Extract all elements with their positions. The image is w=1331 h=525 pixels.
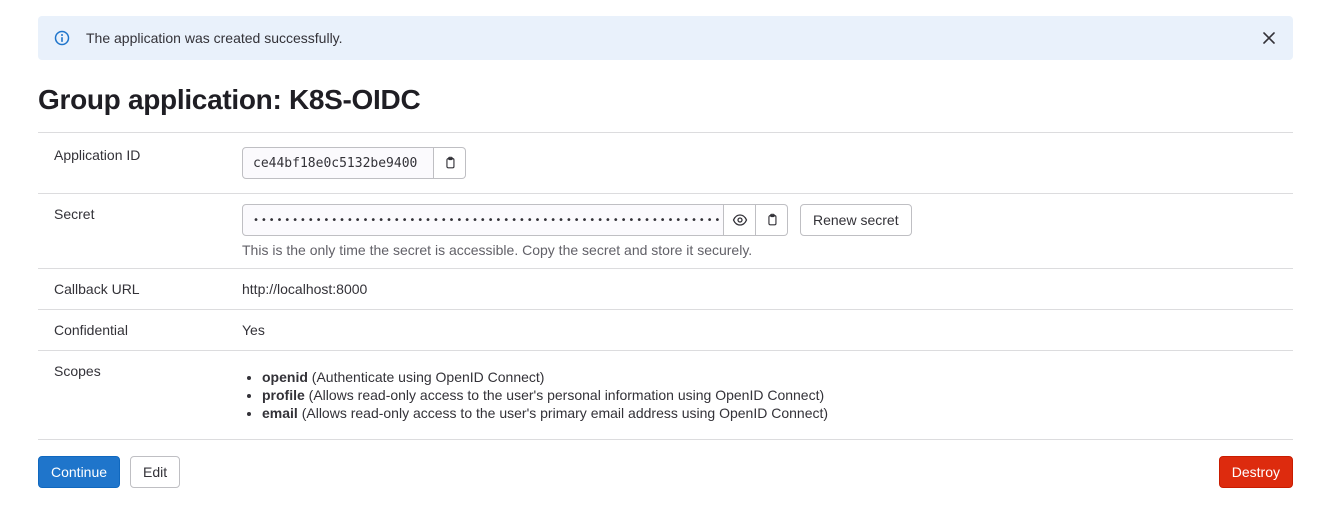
continue-button[interactable]: Continue <box>38 456 120 488</box>
destroy-button[interactable]: Destroy <box>1219 456 1293 488</box>
scope-item: openid (Authenticate using OpenID Connec… <box>262 369 1277 385</box>
title-app-name: K8S-OIDC <box>289 84 420 115</box>
copy-application-id-button[interactable] <box>434 147 466 179</box>
clipboard-icon <box>443 156 457 170</box>
label-scopes: Scopes <box>38 351 242 440</box>
scope-desc: (Allows read-only access to the user's p… <box>305 387 824 403</box>
application-details: Application ID ce44bf18e0c5132be9400 Sec… <box>38 132 1293 440</box>
scope-name: email <box>262 405 298 421</box>
label-application-id: Application ID <box>38 133 242 194</box>
alert-message: The application was created successfully… <box>86 30 1261 46</box>
secret-help-text: This is the only time the secret is acce… <box>242 242 1277 258</box>
row-callback-url: Callback URL http://localhost:8000 <box>38 269 1293 310</box>
secret-value[interactable]: ••••••••••••••••••••••••••••••••••••••••… <box>242 204 724 236</box>
title-prefix: Group application: <box>38 84 289 115</box>
page-title: Group application: K8S-OIDC <box>38 84 1293 116</box>
scope-name: profile <box>262 387 305 403</box>
row-secret: Secret •••••••••••••••••••••••••••••••••… <box>38 194 1293 269</box>
secret-group: ••••••••••••••••••••••••••••••••••••••••… <box>242 204 788 236</box>
scope-item: profile (Allows read-only access to the … <box>262 387 1277 403</box>
footer-actions: Continue Edit Destroy <box>38 456 1293 488</box>
confidential-value: Yes <box>242 310 1293 351</box>
copy-secret-button[interactable] <box>756 204 788 236</box>
success-alert: The application was created successfully… <box>38 16 1293 60</box>
application-id-group: ce44bf18e0c5132be9400 <box>242 147 466 179</box>
scope-desc: (Authenticate using OpenID Connect) <box>308 369 545 385</box>
edit-button[interactable]: Edit <box>130 456 180 488</box>
eye-icon <box>732 212 748 228</box>
scopes-list: openid (Authenticate using OpenID Connec… <box>242 369 1277 421</box>
close-icon[interactable] <box>1261 30 1277 46</box>
application-id-value[interactable]: ce44bf18e0c5132be9400 <box>242 147 434 179</box>
row-confidential: Confidential Yes <box>38 310 1293 351</box>
secret-mask: ••••••••••••••••••••••••••••••••••••••••… <box>253 215 724 226</box>
row-scopes: Scopes openid (Authenticate using OpenID… <box>38 351 1293 440</box>
scope-desc: (Allows read-only access to the user's p… <box>298 405 828 421</box>
row-application-id: Application ID ce44bf18e0c5132be9400 <box>38 133 1293 194</box>
label-confidential: Confidential <box>38 310 242 351</box>
reveal-secret-button[interactable] <box>724 204 756 236</box>
scope-item: email (Allows read-only access to the us… <box>262 405 1277 421</box>
renew-secret-button[interactable]: Renew secret <box>800 204 912 236</box>
scope-name: openid <box>262 369 308 385</box>
callback-url-value: http://localhost:8000 <box>242 269 1293 310</box>
clipboard-icon <box>765 213 779 227</box>
label-secret: Secret <box>38 194 242 269</box>
info-icon <box>54 30 70 46</box>
label-callback-url: Callback URL <box>38 269 242 310</box>
